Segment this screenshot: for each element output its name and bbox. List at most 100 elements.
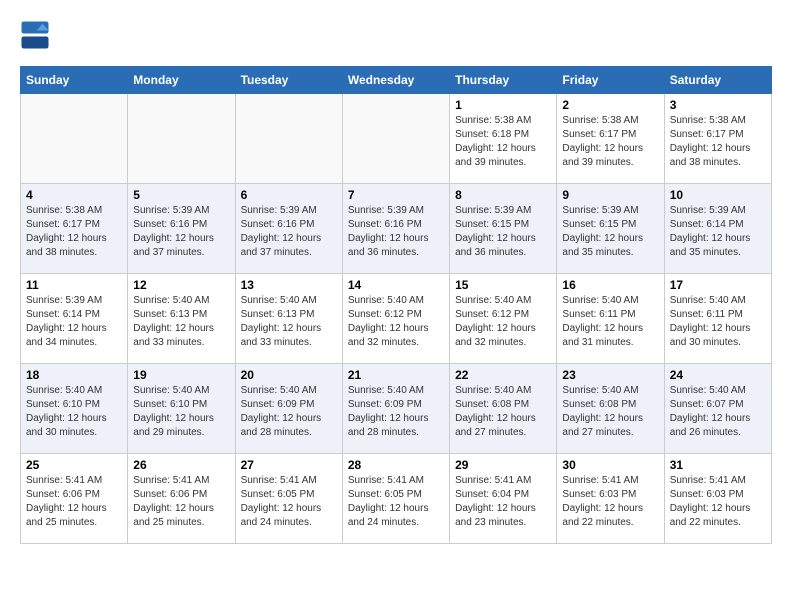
calendar-cell: 5 Sunrise: 5:39 AMSunset: 6:16 PMDaylight… [128, 184, 235, 274]
day-info: Sunrise: 5:39 AMSunset: 6:16 PMDaylight:… [133, 204, 229, 260]
day-number: 14 [348, 278, 444, 292]
day-number: 3 [670, 98, 766, 112]
day-info: Sunrise: 5:41 AMSunset: 6:05 PMDaylight:… [241, 474, 337, 530]
calendar-cell: 22 Sunrise: 5:40 AMSunset: 6:08 PMDayligh… [450, 364, 557, 454]
calendar-cell: 12 Sunrise: 5:40 AMSunset: 6:13 PMDayligh… [128, 274, 235, 364]
calendar-table: SundayMondayTuesdayWednesdayThursdayFrid… [20, 66, 772, 544]
day-number: 11 [26, 278, 122, 292]
day-info: Sunrise: 5:41 AMSunset: 6:06 PMDaylight:… [26, 474, 122, 530]
calendar-cell: 10 Sunrise: 5:39 AMSunset: 6:14 PMDayligh… [664, 184, 771, 274]
calendar-cell: 27 Sunrise: 5:41 AMSunset: 6:05 PMDayligh… [235, 454, 342, 544]
day-number: 19 [133, 368, 229, 382]
day-number: 8 [455, 188, 551, 202]
calendar-cell: 29 Sunrise: 5:41 AMSunset: 6:04 PMDayligh… [450, 454, 557, 544]
weekday-header-monday: Monday [128, 67, 235, 94]
calendar-cell: 21Sunrise: 5:40 AMSunset: 6:09 PMDayligh… [342, 364, 449, 454]
day-info: Sunrise: 5:40 AMSunset: 6:11 PMDaylight:… [670, 294, 766, 350]
calendar-cell: 6Sunrise: 5:39 AMSunset: 6:16 PMDaylight… [235, 184, 342, 274]
calendar-cell: 30Sunrise: 5:41 AMSunset: 6:03 PMDayligh… [557, 454, 664, 544]
day-number: 20 [241, 368, 337, 382]
day-number: 17 [670, 278, 766, 292]
logo-icon [20, 20, 50, 50]
day-number: 5 [133, 188, 229, 202]
day-info: Sunrise: 5:39 AMSunset: 6:16 PMDaylight:… [348, 204, 444, 260]
day-number: 15 [455, 278, 551, 292]
day-info: Sunrise: 5:38 AMSunset: 6:17 PMDaylight:… [26, 204, 122, 260]
day-number: 31 [670, 458, 766, 472]
day-number: 2 [562, 98, 658, 112]
day-info: Sunrise: 5:40 AMSunset: 6:10 PMDaylight:… [26, 384, 122, 440]
calendar-cell: 2Sunrise: 5:38 AMSunset: 6:17 PMDaylight… [557, 94, 664, 184]
calendar-cell: 14 Sunrise: 5:40 AMSunset: 6:12 PMDayligh… [342, 274, 449, 364]
week-row-2: 4 Sunrise: 5:38 AMSunset: 6:17 PMDaylight… [21, 184, 772, 274]
calendar-cell: 1 Sunrise: 5:38 AMSunset: 6:18 PMDaylight… [450, 94, 557, 184]
day-info: Sunrise: 5:38 AMSunset: 6:17 PMDaylight:… [670, 114, 766, 170]
day-info: Sunrise: 5:39 AMSunset: 6:15 PMDaylight:… [455, 204, 551, 260]
day-number: 22 [455, 368, 551, 382]
logo [20, 20, 54, 50]
calendar-cell: 16Sunrise: 5:40 AMSunset: 6:11 PMDayligh… [557, 274, 664, 364]
day-info: Sunrise: 5:40 AMSunset: 6:12 PMDaylight:… [455, 294, 551, 350]
day-number: 23 [562, 368, 658, 382]
day-number: 30 [562, 458, 658, 472]
day-info: Sunrise: 5:41 AMSunset: 6:03 PMDaylight:… [670, 474, 766, 530]
day-info: Sunrise: 5:41 AMSunset: 6:05 PMDaylight:… [348, 474, 444, 530]
day-info: Sunrise: 5:39 AMSunset: 6:14 PMDaylight:… [26, 294, 122, 350]
calendar-cell: 18 Sunrise: 5:40 AMSunset: 6:10 PMDayligh… [21, 364, 128, 454]
calendar-cell: 11 Sunrise: 5:39 AMSunset: 6:14 PMDayligh… [21, 274, 128, 364]
day-number: 13 [241, 278, 337, 292]
day-info: Sunrise: 5:40 AMSunset: 6:08 PMDaylight:… [455, 384, 551, 440]
day-number: 1 [455, 98, 551, 112]
day-number: 7 [348, 188, 444, 202]
calendar-cell: 23 Sunrise: 5:40 AMSunset: 6:08 PMDayligh… [557, 364, 664, 454]
weekday-header-thursday: Thursday [450, 67, 557, 94]
day-number: 29 [455, 458, 551, 472]
calendar-cell: 3 Sunrise: 5:38 AMSunset: 6:17 PMDaylight… [664, 94, 771, 184]
day-info: Sunrise: 5:38 AMSunset: 6:18 PMDaylight:… [455, 114, 551, 170]
day-number: 25 [26, 458, 122, 472]
day-info: Sunrise: 5:40 AMSunset: 6:09 PMDaylight:… [348, 384, 444, 440]
day-info: Sunrise: 5:40 AMSunset: 6:08 PMDaylight:… [562, 384, 658, 440]
day-number: 16 [562, 278, 658, 292]
week-row-1: 1 Sunrise: 5:38 AMSunset: 6:18 PMDaylight… [21, 94, 772, 184]
day-info: Sunrise: 5:41 AMSunset: 6:06 PMDaylight:… [133, 474, 229, 530]
day-info: Sunrise: 5:40 AMSunset: 6:13 PMDaylight:… [133, 294, 229, 350]
day-number: 9 [562, 188, 658, 202]
calendar-cell: 4 Sunrise: 5:38 AMSunset: 6:17 PMDaylight… [21, 184, 128, 274]
calendar-cell: 26 Sunrise: 5:41 AMSunset: 6:06 PMDayligh… [128, 454, 235, 544]
week-row-4: 18 Sunrise: 5:40 AMSunset: 6:10 PMDayligh… [21, 364, 772, 454]
weekday-header-saturday: Saturday [664, 67, 771, 94]
day-number: 18 [26, 368, 122, 382]
calendar-cell: 9Sunrise: 5:39 AMSunset: 6:15 PMDaylight… [557, 184, 664, 274]
header [20, 20, 772, 50]
day-number: 26 [133, 458, 229, 472]
day-info: Sunrise: 5:40 AMSunset: 6:10 PMDaylight:… [133, 384, 229, 440]
calendar-cell: 31 Sunrise: 5:41 AMSunset: 6:03 PMDayligh… [664, 454, 771, 544]
day-info: Sunrise: 5:39 AMSunset: 6:14 PMDaylight:… [670, 204, 766, 260]
day-number: 27 [241, 458, 337, 472]
day-number: 24 [670, 368, 766, 382]
calendar-cell [235, 94, 342, 184]
day-number: 12 [133, 278, 229, 292]
calendar-cell: 19 Sunrise: 5:40 AMSunset: 6:10 PMDayligh… [128, 364, 235, 454]
weekday-header-row: SundayMondayTuesdayWednesdayThursdayFrid… [21, 67, 772, 94]
calendar-cell: 15 Sunrise: 5:40 AMSunset: 6:12 PMDayligh… [450, 274, 557, 364]
calendar-cell [21, 94, 128, 184]
day-info: Sunrise: 5:41 AMSunset: 6:04 PMDaylight:… [455, 474, 551, 530]
calendar-cell: 17 Sunrise: 5:40 AMSunset: 6:11 PMDayligh… [664, 274, 771, 364]
calendar-cell [128, 94, 235, 184]
day-number: 28 [348, 458, 444, 472]
day-info: Sunrise: 5:40 AMSunset: 6:12 PMDaylight:… [348, 294, 444, 350]
weekday-header-sunday: Sunday [21, 67, 128, 94]
day-info: Sunrise: 5:40 AMSunset: 6:13 PMDaylight:… [241, 294, 337, 350]
weekday-header-tuesday: Tuesday [235, 67, 342, 94]
calendar-cell: 13 Sunrise: 5:40 AMSunset: 6:13 PMDayligh… [235, 274, 342, 364]
day-info: Sunrise: 5:40 AMSunset: 6:09 PMDaylight:… [241, 384, 337, 440]
weekday-header-friday: Friday [557, 67, 664, 94]
day-number: 10 [670, 188, 766, 202]
calendar-cell [342, 94, 449, 184]
day-number: 4 [26, 188, 122, 202]
calendar-cell: 28 Sunrise: 5:41 AMSunset: 6:05 PMDayligh… [342, 454, 449, 544]
week-row-5: 25 Sunrise: 5:41 AMSunset: 6:06 PMDayligh… [21, 454, 772, 544]
calendar-cell: 7 Sunrise: 5:39 AMSunset: 6:16 PMDaylight… [342, 184, 449, 274]
